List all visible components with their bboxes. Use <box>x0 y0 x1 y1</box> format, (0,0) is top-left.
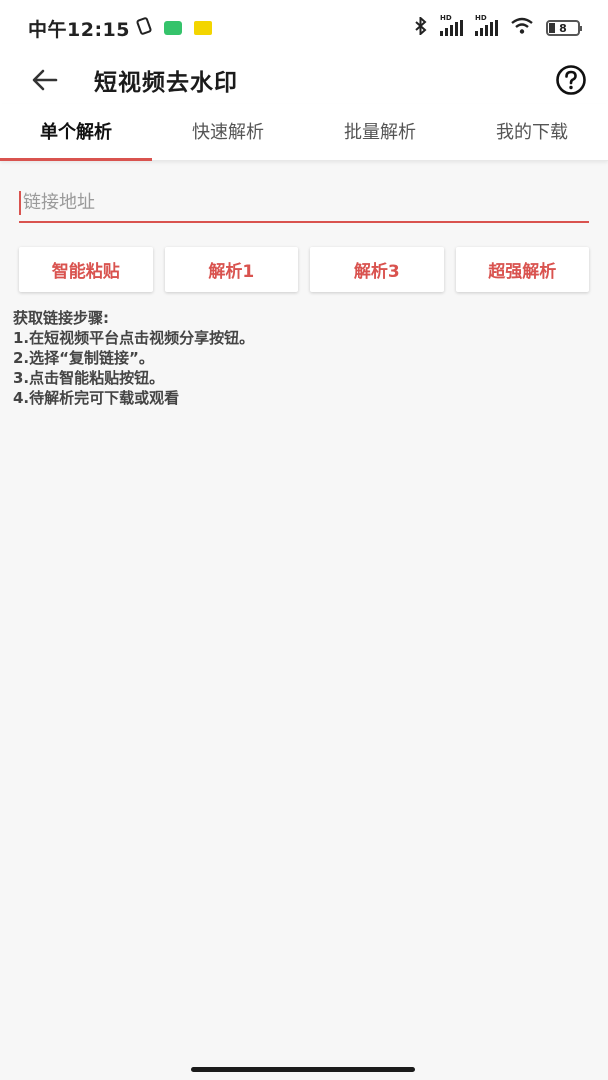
page-title: 短视频去水印 <box>94 70 238 96</box>
app-bar: 短视频去水印 <box>0 56 608 104</box>
battery-icon: 8 <box>546 20 582 36</box>
tab-quick-parse[interactable]: 快速解析 <box>152 104 304 160</box>
link-input-container <box>19 183 589 223</box>
status-right: HD HD 8 <box>414 14 582 40</box>
smart-paste-button[interactable]: 智能粘贴 <box>19 247 153 292</box>
tab-my-downloads[interactable]: 我的下载 <box>456 104 608 160</box>
status-bar: 中午12:15 HD HD 8 <box>0 0 608 56</box>
wifi-icon <box>510 17 534 40</box>
top-section: 中午12:15 HD HD 8 短视频去水印 单个解析 快速解析 批量解析 我的… <box>0 0 608 161</box>
question-circle-icon <box>556 65 586 95</box>
text-cursor <box>19 191 21 215</box>
parse-3-button[interactable]: 解析3 <box>310 247 444 292</box>
tab-bar: 单个解析 快速解析 批量解析 我的下载 <box>0 104 608 161</box>
action-button-row: 智能粘贴 解析1 解析3 超强解析 <box>19 247 589 292</box>
super-parse-button[interactable]: 超强解析 <box>455 247 589 292</box>
battery-level: 8 <box>559 21 567 35</box>
instruction-step: 4.待解析完可下载或观看 <box>13 389 180 407</box>
parse-1-button[interactable]: 解析1 <box>164 247 298 292</box>
hd-label: HD <box>475 14 487 22</box>
instruction-step: 1.在短视频平台点击视频分享按钮。 <box>13 329 255 347</box>
hd-label: HD <box>440 14 452 22</box>
instruction-step: 2.选择“复制链接”。 <box>13 349 154 367</box>
bluetooth-icon <box>414 15 428 40</box>
arrow-left-icon <box>32 69 58 91</box>
home-indicator[interactable] <box>191 1067 415 1072</box>
instructions: 获取链接步骤: 1.在短视频平台点击视频分享按钮。 2.选择“复制链接”。 3.… <box>13 308 608 408</box>
tab-single-parse[interactable]: 单个解析 <box>0 104 152 160</box>
instructions-heading: 获取链接步骤: <box>13 309 109 327</box>
app-notification-icon <box>163 21 182 35</box>
cell-signal-icon: HD <box>475 14 498 36</box>
link-input[interactable] <box>19 183 589 221</box>
status-left: 中午12:15 <box>28 15 212 42</box>
screen-rotate-icon <box>136 16 154 40</box>
help-button[interactable] <box>554 63 588 97</box>
tab-batch-parse[interactable]: 批量解析 <box>304 104 456 160</box>
app-notification-icon <box>193 21 212 35</box>
back-button[interactable] <box>30 65 60 95</box>
cell-signal-icon: HD <box>440 14 463 36</box>
instruction-step: 3.点击智能粘贴按钮。 <box>13 369 165 387</box>
tab-indicator <box>0 158 152 161</box>
status-time: 中午12:15 <box>28 18 130 41</box>
